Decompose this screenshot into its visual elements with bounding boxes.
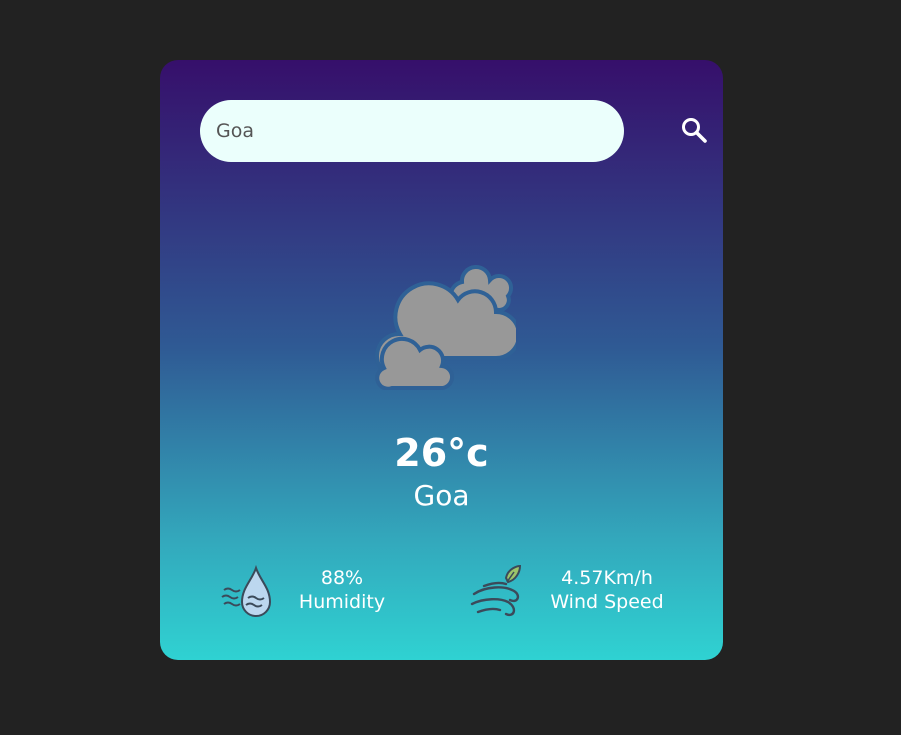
weather-card: 26°c Goa 88% Humidity 4.57Km/h Wind Spee… bbox=[160, 60, 723, 660]
city-name: Goa bbox=[413, 479, 470, 512]
search-button[interactable] bbox=[678, 114, 712, 148]
search-icon bbox=[682, 118, 707, 143]
humidity-value: 88% bbox=[320, 567, 364, 589]
wind-detail: 4.57Km/h Wind Speed bbox=[470, 560, 675, 622]
search-input[interactable] bbox=[200, 100, 624, 162]
humidity-icon bbox=[221, 564, 272, 617]
humidity-detail: 88% Humidity bbox=[220, 560, 395, 622]
wind-value: 4.57Km/h bbox=[561, 567, 653, 589]
wind-icon bbox=[470, 564, 522, 617]
wind-label: Wind Speed bbox=[550, 591, 664, 613]
clouds-icon bbox=[375, 264, 516, 390]
search-bar bbox=[200, 100, 707, 162]
temperature: 26°c bbox=[394, 431, 489, 475]
humidity-label: Humidity bbox=[298, 591, 386, 613]
